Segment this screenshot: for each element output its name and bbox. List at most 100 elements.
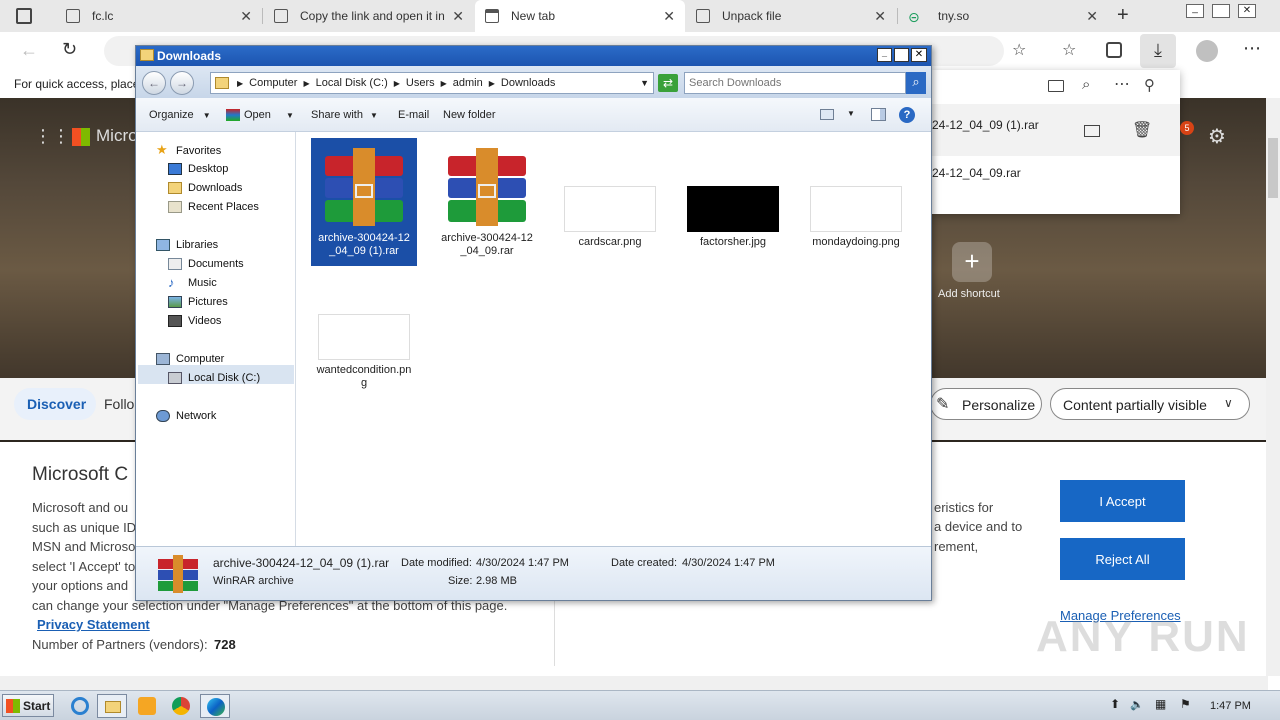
tab-copy-link[interactable]: Copy the link and open it in ✕	[264, 0, 474, 32]
breadcrumb-local-disk[interactable]: Local Disk (C:)	[316, 77, 388, 89]
tab-unpack-file[interactable]: Unpack file ✕	[686, 0, 896, 32]
privacy-statement-link[interactable]: Privacy Statement	[37, 617, 150, 632]
maximize-button[interactable]	[1212, 4, 1230, 18]
tab-new-tab[interactable]: New tab ✕	[475, 0, 685, 32]
internet-explorer-icon[interactable]	[71, 697, 89, 715]
chrome-icon[interactable]	[172, 697, 190, 715]
show-in-folder-icon[interactable]	[1084, 125, 1100, 137]
vertical-scrollbar[interactable]	[1266, 98, 1280, 676]
file-item[interactable]: wantedcondition.pn g	[311, 266, 417, 394]
downloads-button[interactable]: ⤓	[1140, 34, 1176, 68]
nav-network[interactable]: Network	[156, 410, 216, 422]
size-value: 2.98 MB	[476, 575, 517, 587]
open-folder-icon[interactable]	[1048, 80, 1064, 92]
explorer-title-bar[interactable]: Downloads _ ✕	[136, 46, 931, 66]
close-icon[interactable]: ✕	[452, 8, 464, 25]
nav-music[interactable]: ♪ Music	[168, 276, 217, 289]
close-icon[interactable]: ✕	[663, 8, 675, 25]
address-breadcrumb[interactable]: ▶ Computer ▶ Local Disk (C:) ▶ Users ▶ a…	[210, 72, 654, 94]
close-icon[interactable]: ✕	[240, 8, 252, 25]
organize-button[interactable]: Organize ▼	[149, 109, 211, 121]
tray-speaker-icon[interactable]: 🔈	[1130, 698, 1144, 711]
add-favorite-icon[interactable]: ☆	[1012, 40, 1026, 60]
edge-taskbar-button[interactable]	[200, 694, 230, 718]
nav-pictures[interactable]: Pictures	[168, 296, 228, 308]
refresh-icon[interactable]: ↻	[62, 39, 77, 60]
close-icon[interactable]: ✕	[874, 8, 886, 25]
tray-flag-icon[interactable]: ⚑	[1180, 697, 1191, 711]
tray-chevron-icon[interactable]: ⬆	[1110, 697, 1120, 711]
forward-button[interactable]: →	[170, 71, 194, 95]
more-options-icon[interactable]: ⋯	[1114, 74, 1130, 94]
date-modified-value: 4/30/2024 1:47 PM	[476, 557, 569, 569]
nav-libraries[interactable]: Libraries	[156, 239, 218, 251]
following-tab[interactable]: Follo	[104, 396, 134, 412]
favorites-icon[interactable]: ☆	[1062, 40, 1076, 60]
accept-button[interactable]: I Accept	[1060, 480, 1185, 522]
tab-tnyso[interactable]: ⊝ tny.so ✕	[898, 0, 1108, 32]
nav-local-disk[interactable]: Local Disk (C:)	[168, 372, 260, 384]
view-options-icon[interactable]	[820, 109, 834, 120]
help-icon[interactable]: ?	[899, 107, 915, 123]
back-button[interactable]: ←	[142, 71, 166, 95]
reject-label: Reject All	[1095, 551, 1150, 567]
email-button[interactable]: E-mail	[398, 109, 429, 121]
nav-downloads[interactable]: Downloads	[168, 182, 242, 194]
search-box[interactable]	[684, 72, 906, 94]
file-item[interactable]: mondaydoing.png	[803, 138, 909, 266]
collections-icon[interactable]	[1106, 42, 1122, 58]
documents-icon	[168, 258, 182, 270]
file-item[interactable]: archive-300424-12 _04_09.rar	[434, 138, 540, 266]
clock[interactable]: 1:47 PM	[1210, 700, 1251, 712]
horizontal-scrollbar[interactable]	[0, 676, 1268, 690]
new-tab-button[interactable]: +	[1117, 4, 1129, 27]
pin-icon[interactable]: ⚲	[1144, 76, 1155, 94]
explorer-taskbar-button[interactable]	[97, 694, 127, 718]
minimize-button[interactable]: _	[1186, 4, 1204, 18]
close-icon[interactable]: ✕	[1086, 8, 1098, 25]
settings-more-icon[interactable]: ⋯	[1243, 38, 1261, 59]
search-icon[interactable]: ⌕	[1082, 76, 1090, 93]
breadcrumb-computer[interactable]: Computer	[249, 77, 297, 89]
reject-all-button[interactable]: Reject All	[1060, 538, 1185, 580]
add-shortcut-button[interactable]: +	[952, 242, 992, 282]
file-item[interactable]: factorsher.jpg	[680, 138, 786, 266]
chevron-down-icon[interactable]: ▼	[847, 109, 855, 118]
back-arrow-icon[interactable]: ←	[20, 40, 38, 61]
search-input[interactable]	[689, 74, 889, 92]
nav-computer[interactable]: Computer	[156, 353, 224, 365]
minimize-button[interactable]: _	[877, 48, 892, 62]
close-window-button[interactable]: ✕	[1238, 4, 1256, 18]
nav-documents[interactable]: Documents	[168, 258, 244, 270]
content-visibility-label: Content partially visible	[1063, 397, 1207, 413]
consent-line: select 'I Accept' to	[32, 559, 136, 574]
refresh-icon[interactable]: ⇄	[658, 74, 678, 92]
tab-actions-menu-icon[interactable]	[16, 8, 32, 24]
file-item[interactable]: cardscar.png	[557, 138, 663, 266]
nav-recent-places[interactable]: Recent Places	[168, 201, 259, 213]
share-with-button[interactable]: Share with ▼	[311, 109, 378, 121]
close-button[interactable]: ✕	[911, 48, 927, 62]
nav-videos[interactable]: Videos	[168, 315, 221, 327]
breadcrumb-admin[interactable]: admin	[453, 77, 483, 89]
open-button[interactable]: Open ▼	[226, 109, 294, 122]
winrar-small-icon	[226, 109, 240, 122]
media-player-icon[interactable]	[138, 697, 156, 715]
new-folder-button[interactable]: New folder	[443, 109, 496, 121]
chevron-down-icon[interactable]: ▼	[640, 78, 649, 88]
file-item[interactable]: archive-300424-12 _04_09 (1).rar	[311, 138, 417, 266]
start-button[interactable]: Start	[2, 694, 54, 717]
tab-fclc[interactable]: fc.lc ✕	[56, 0, 262, 32]
breadcrumb-downloads[interactable]: Downloads	[501, 77, 555, 89]
preview-pane-icon[interactable]	[871, 108, 886, 121]
profile-avatar[interactable]	[1196, 40, 1218, 62]
settings-gear-icon[interactable]: ⚙	[1208, 124, 1226, 149]
search-icon[interactable]: ⌕	[906, 72, 926, 94]
tray-network-icon[interactable]: ▦	[1155, 697, 1166, 711]
delete-icon[interactable]: 🗑	[1132, 120, 1152, 140]
scrollbar-thumb[interactable]	[1268, 138, 1278, 198]
breadcrumb-users[interactable]: Users	[406, 77, 435, 89]
nav-favorites[interactable]: ★ Favorites	[156, 143, 221, 158]
nav-desktop[interactable]: Desktop	[168, 163, 228, 175]
maximize-button[interactable]	[894, 48, 909, 62]
